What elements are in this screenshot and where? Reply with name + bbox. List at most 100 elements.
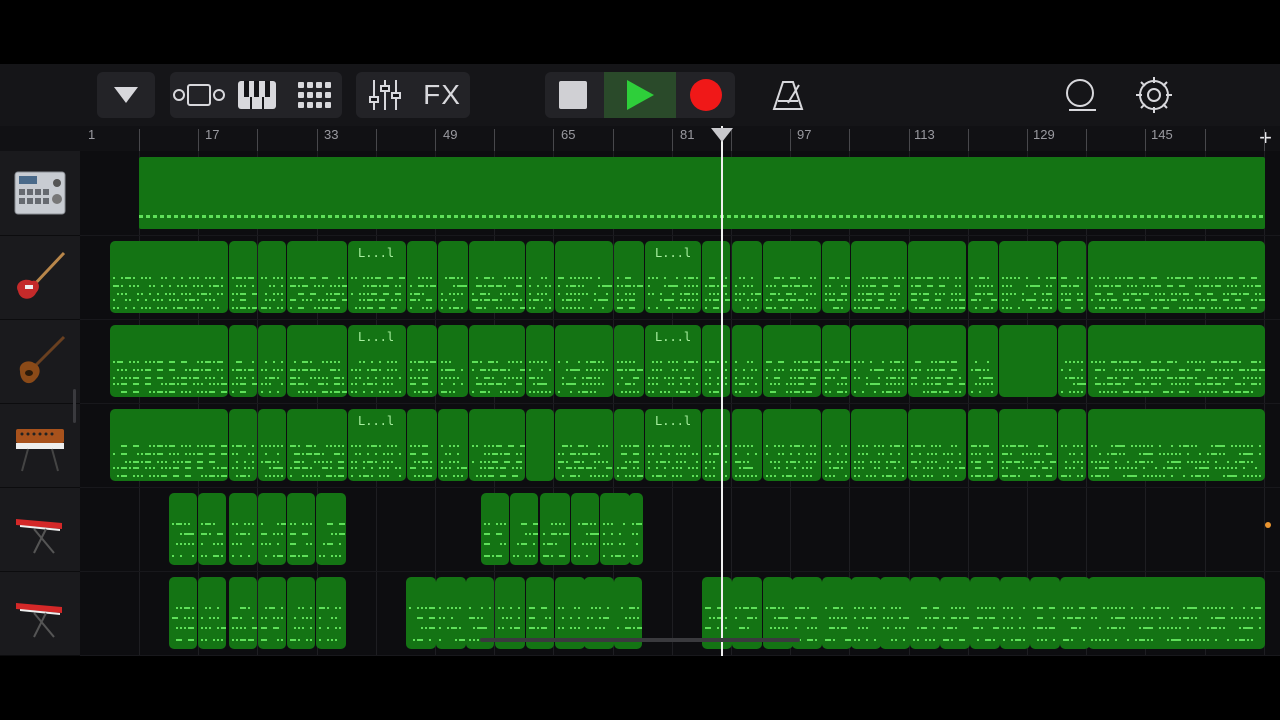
midi-region[interactable] [732,325,762,397]
midi-region[interactable] [851,325,907,397]
midi-region[interactable] [970,577,1000,649]
stop-button[interactable] [545,72,601,118]
midi-region[interactable] [469,241,525,313]
midi-region[interactable] [880,577,910,649]
midi-region[interactable] [229,241,257,313]
browser-button[interactable] [97,72,155,118]
midi-region[interactable] [110,325,228,397]
metronome-button[interactable] [760,72,816,118]
midi-region[interactable] [702,325,730,397]
midi-region[interactable] [407,241,437,313]
track-header-keys-1[interactable] [0,487,80,572]
midi-region[interactable] [1088,577,1265,649]
midi-region[interactable] [851,241,907,313]
midi-region[interactable] [1088,325,1265,397]
midi-region[interactable] [540,493,570,565]
midi-region[interactable] [406,577,436,649]
track-header-drums[interactable] [0,151,80,236]
midi-region[interactable] [287,241,347,313]
midi-region[interactable] [555,241,613,313]
midi-region[interactable]: L...l [348,325,406,397]
midi-region[interactable]: L...l [645,409,701,481]
midi-region[interactable] [110,241,228,313]
track-header-synth[interactable] [0,403,80,488]
midi-region[interactable] [1058,241,1086,313]
midi-region[interactable] [968,325,998,397]
keyboard-button[interactable] [230,72,284,118]
midi-region[interactable] [1058,325,1086,397]
midi-region[interactable]: L...l [645,325,701,397]
midi-region[interactable] [510,493,538,565]
midi-region[interactable] [614,325,644,397]
midi-region[interactable] [169,577,197,649]
midi-region[interactable] [763,409,821,481]
midi-region[interactable] [229,325,257,397]
midi-region[interactable] [968,409,998,481]
midi-region[interactable] [600,493,630,565]
midi-region[interactable] [732,409,762,481]
midi-region[interactable] [258,325,286,397]
midi-region[interactable] [110,409,228,481]
midi-region[interactable] [822,577,852,649]
midi-region[interactable] [258,409,286,481]
midi-region[interactable] [702,409,730,481]
midi-region[interactable] [1058,409,1086,481]
track-lanes[interactable]: L...l L...l L...l L...l L...l L...l [80,151,1280,656]
loop-browser-button[interactable] [1052,72,1108,118]
midi-region[interactable] [1030,577,1060,649]
midi-region[interactable] [258,493,286,565]
midi-region[interactable] [940,577,970,649]
midi-region[interactable] [526,241,554,313]
drummer-region[interactable] [139,157,1265,229]
midi-region[interactable] [702,241,730,313]
midi-region[interactable] [229,409,257,481]
midi-region[interactable] [436,577,466,649]
midi-region[interactable] [851,577,881,649]
midi-region[interactable] [908,241,966,313]
midi-region[interactable] [732,241,762,313]
midi-region[interactable] [198,493,226,565]
midi-region[interactable] [229,577,257,649]
live-loops-button[interactable] [288,72,342,118]
settings-button[interactable] [1126,72,1182,118]
midi-region[interactable] [763,241,821,313]
mixer-button[interactable] [358,72,412,118]
midi-region[interactable] [438,241,468,313]
midi-region[interactable] [763,325,821,397]
midi-region[interactable] [469,325,525,397]
add-track-button[interactable]: + [1259,126,1272,150]
midi-region[interactable] [910,577,940,649]
midi-region[interactable]: L...l [645,241,701,313]
midi-region[interactable] [614,409,644,481]
midi-region[interactable] [822,325,850,397]
midi-region[interactable] [1000,577,1030,649]
midi-region[interactable] [438,325,468,397]
midi-region[interactable] [1088,241,1265,313]
midi-region[interactable] [1060,577,1090,649]
vertical-scroll-indicator[interactable] [73,389,76,423]
midi-region[interactable] [198,577,226,649]
midi-region[interactable] [999,325,1057,397]
midi-region[interactable] [229,493,257,565]
midi-region[interactable] [469,409,525,481]
midi-region[interactable] [908,325,966,397]
midi-region[interactable] [571,493,599,565]
midi-region[interactable] [258,577,286,649]
midi-region[interactable] [316,493,346,565]
midi-region[interactable] [822,241,850,313]
midi-region[interactable] [481,493,509,565]
playhead-handle[interactable] [711,128,733,142]
midi-region[interactable] [287,409,347,481]
track-header-violin-bass[interactable] [0,319,80,404]
midi-region[interactable] [526,409,554,481]
midi-region[interactable] [438,409,468,481]
midi-region[interactable] [999,241,1057,313]
midi-region[interactable]: L...l [348,241,406,313]
midi-region[interactable] [555,325,613,397]
midi-region[interactable] [822,409,850,481]
midi-region[interactable] [614,241,644,313]
timeline-ruler[interactable]: 1 17 33 49 65 81 97 113 129 145 + [80,126,1280,152]
midi-region[interactable] [407,409,437,481]
midi-region[interactable] [1088,409,1265,481]
fx-button[interactable]: FX [414,72,470,118]
